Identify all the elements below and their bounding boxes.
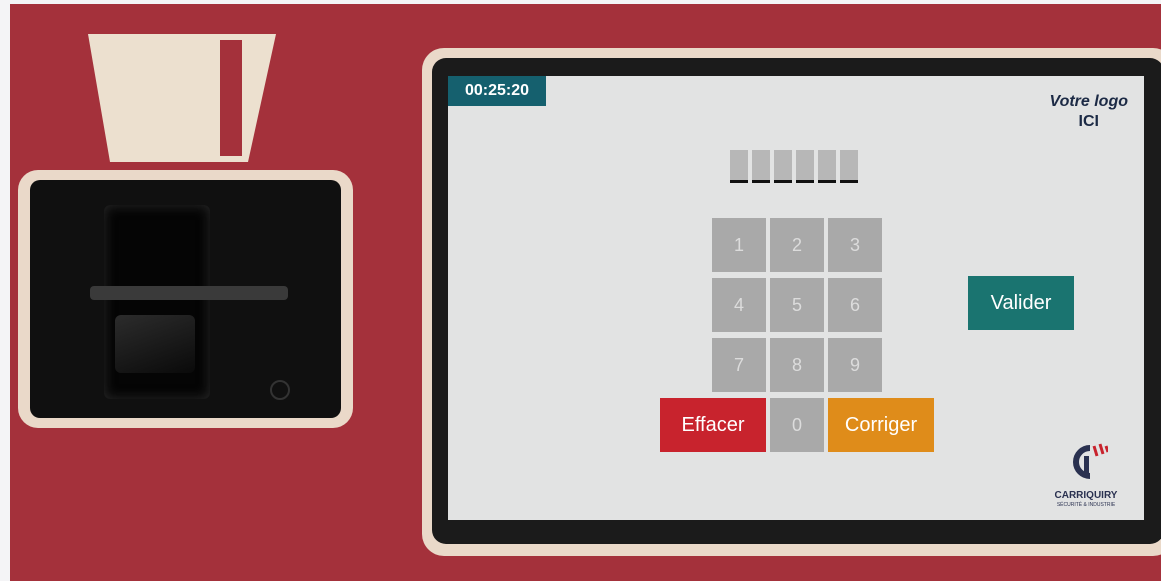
logo-placeholder: Votre logo ICI xyxy=(1049,92,1128,132)
pin-slot xyxy=(752,150,770,183)
pin-slot xyxy=(730,150,748,183)
validate-button[interactable]: Valider xyxy=(968,276,1074,330)
key-6[interactable]: 6 xyxy=(828,278,882,332)
screen-border: 00:25:20 Votre logo ICI 123 456 789 Efface… xyxy=(432,58,1161,544)
card-slot-bar xyxy=(90,286,288,300)
key-4[interactable]: 4 xyxy=(712,278,766,332)
pin-slot xyxy=(774,150,792,183)
card-insert-icon xyxy=(88,34,276,162)
touch-screen: 00:25:20 Votre logo ICI 123 456 789 Efface… xyxy=(448,76,1144,520)
reader-led-icon xyxy=(270,380,290,400)
logo-line-2: ICI xyxy=(1078,113,1099,130)
brand-logo: CARRIQUIRY SÉCURITÉ & INDUSTRIE xyxy=(1040,442,1132,514)
key-7[interactable]: 7 xyxy=(712,338,766,392)
pin-slot xyxy=(796,150,814,183)
screen-bezel: 00:25:20 Votre logo ICI 123 456 789 Efface… xyxy=(422,48,1161,556)
card-reader xyxy=(18,170,353,428)
key-3[interactable]: 3 xyxy=(828,218,882,272)
brand-mark-icon xyxy=(1073,443,1108,479)
key-1[interactable]: 1 xyxy=(712,218,766,272)
key-8[interactable]: 8 xyxy=(770,338,824,392)
brand-name: CARRIQUIRY xyxy=(1054,490,1118,501)
terminal-panel: 00:25:20 Votre logo ICI 123 456 789 Efface… xyxy=(10,4,1161,581)
session-timer: 00:25:20 xyxy=(448,76,546,106)
key-0[interactable]: 0 xyxy=(770,398,824,452)
card-slot-lip xyxy=(115,315,195,373)
key-5[interactable]: 5 xyxy=(770,278,824,332)
key-2[interactable]: 2 xyxy=(770,218,824,272)
pin-slot xyxy=(818,150,836,183)
brand-tagline: SÉCURITÉ & INDUSTRIE xyxy=(1056,502,1116,508)
pin-display xyxy=(730,150,858,183)
clear-button[interactable]: Effacer xyxy=(660,398,766,452)
key-9[interactable]: 9 xyxy=(828,338,882,392)
card-reader-slot-area xyxy=(30,180,341,418)
logo-line-1: Votre logo xyxy=(1049,93,1128,110)
correct-button[interactable]: Corriger xyxy=(828,398,934,452)
pin-slot xyxy=(840,150,858,183)
